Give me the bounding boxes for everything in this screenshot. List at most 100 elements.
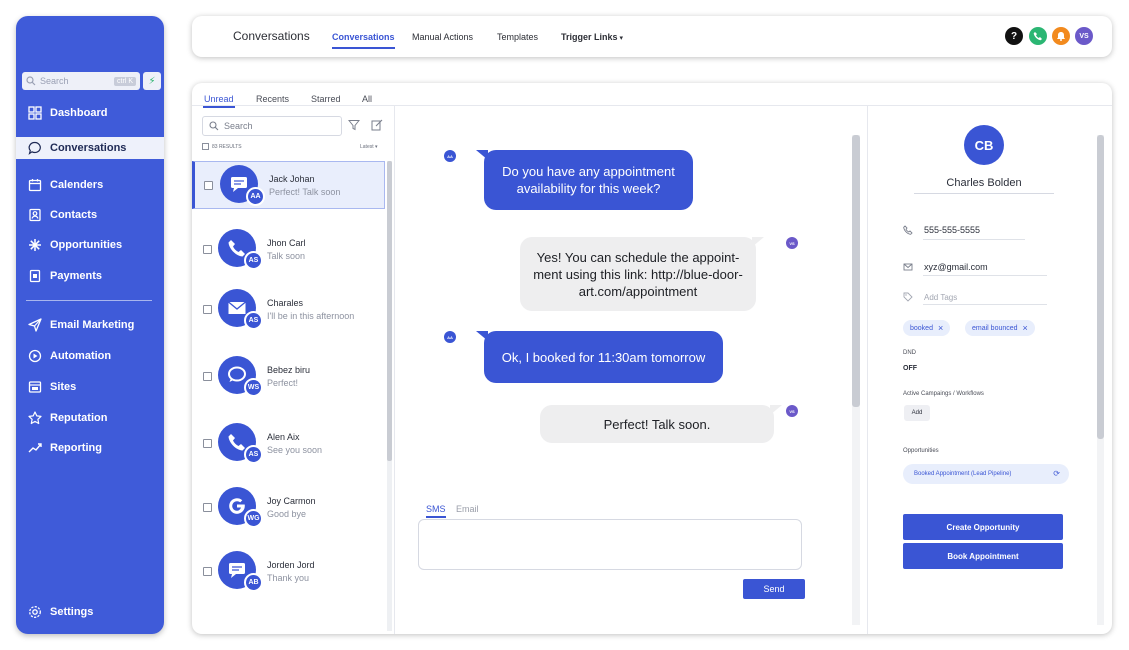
opportunities-icon bbox=[29, 239, 41, 251]
conversation-search-input[interactable]: Search bbox=[202, 116, 342, 136]
bell-icon bbox=[1057, 32, 1065, 41]
tab-label: Trigger Links bbox=[561, 32, 618, 42]
tab-manual-actions[interactable]: Manual Actions bbox=[412, 32, 473, 42]
sidebar-item-email-marketing[interactable]: Email Marketing bbox=[16, 314, 164, 336]
tag-chip[interactable]: booked × bbox=[903, 320, 951, 336]
contact-name: Alen Aix bbox=[267, 432, 300, 442]
sidebar-item-automation[interactable]: Automation bbox=[16, 345, 164, 367]
list-item[interactable]: AS Charales I'll be in this afternoon bbox=[192, 285, 385, 333]
sidebar-item-opportunities[interactable]: Opportunities bbox=[16, 234, 164, 256]
create-opportunity-button[interactable]: Create Opportunity bbox=[903, 514, 1063, 540]
tags-input[interactable]: Add Tags bbox=[903, 292, 957, 302]
list-item[interactable]: WS Bebez biru Perfect! bbox=[192, 352, 385, 400]
add-campaign-button[interactable]: Add bbox=[904, 405, 930, 421]
list-item[interactable]: AB Jorden Jord Thank you bbox=[192, 547, 385, 595]
list-item[interactable]: AS Jhon Carl Talk soon bbox=[192, 225, 385, 273]
message-input[interactable] bbox=[418, 519, 802, 570]
dnd-value[interactable]: OFF bbox=[903, 365, 917, 372]
sidebar-item-label: Settings bbox=[50, 606, 94, 618]
divider bbox=[914, 193, 1054, 194]
book-appointment-button[interactable]: Book Appointment bbox=[903, 543, 1063, 569]
user-avatar[interactable]: VS bbox=[1075, 27, 1093, 45]
sidebar-item-reputation[interactable]: Reputation bbox=[16, 407, 164, 429]
last-message: See you soon bbox=[267, 445, 323, 455]
mail-icon bbox=[903, 263, 913, 271]
row-checkbox[interactable] bbox=[203, 503, 212, 512]
tab-recents[interactable]: Recents bbox=[256, 94, 289, 104]
search-shortcut-badge: ctrl K bbox=[114, 76, 136, 86]
sidebar-item-label: Opportunities bbox=[50, 239, 123, 251]
chevron-down-icon: ▾ bbox=[619, 35, 624, 42]
lightning-icon: ⚡ bbox=[148, 75, 156, 87]
last-message: Thank you bbox=[267, 573, 310, 583]
tab-all[interactable]: All bbox=[362, 94, 372, 104]
sidebar-item-conversations[interactable]: Conversations bbox=[16, 137, 164, 159]
last-message: Good bye bbox=[267, 509, 307, 519]
list-item[interactable]: WG Joy Carmon Good bye bbox=[192, 483, 385, 531]
phone-field[interactable]: 555-555-5555 bbox=[903, 225, 980, 235]
sidebar-item-dashboard[interactable]: Dashboard bbox=[16, 102, 164, 124]
contact-name: Joy Carmon bbox=[267, 496, 316, 506]
results-text: 83 RESULTS bbox=[212, 143, 242, 150]
close-icon[interactable]: × bbox=[938, 323, 943, 333]
tag-icon bbox=[903, 292, 913, 302]
scrollbar-thumb[interactable] bbox=[1097, 135, 1104, 439]
sidebar-item-label: Email Marketing bbox=[50, 319, 135, 331]
row-checkbox[interactable] bbox=[203, 567, 212, 576]
send-button[interactable]: Send bbox=[743, 579, 805, 599]
contact-name: Jorden Jord bbox=[267, 560, 315, 570]
sidebar-item-reporting[interactable]: Reporting bbox=[16, 437, 164, 459]
sort-label: Latest bbox=[360, 144, 374, 150]
tab-conversations[interactable]: Conversations bbox=[332, 32, 395, 49]
sort-dropdown[interactable]: Latest ▾ bbox=[360, 144, 378, 150]
tag-label: booked bbox=[910, 324, 933, 332]
tab-sms[interactable]: SMS bbox=[426, 504, 446, 514]
scrollbar-thumb[interactable] bbox=[852, 135, 860, 407]
tab-unread[interactable]: Unread bbox=[203, 94, 235, 108]
opportunities-label: Opportunities bbox=[903, 448, 939, 454]
sidebar-item-payments[interactable]: Payments bbox=[16, 265, 164, 287]
select-all-checkbox[interactable] bbox=[202, 143, 209, 150]
sidebar-item-label: Reporting bbox=[50, 442, 102, 454]
row-checkbox[interactable] bbox=[203, 245, 212, 254]
help-button[interactable]: ? bbox=[1005, 27, 1023, 45]
sidebar-item-label: Calenders bbox=[50, 179, 104, 191]
tab-starred[interactable]: Starred bbox=[311, 94, 341, 104]
quick-action-button[interactable]: ⚡ bbox=[143, 72, 161, 90]
scrollbar-thumb[interactable] bbox=[387, 161, 392, 461]
row-checkbox[interactable] bbox=[203, 439, 212, 448]
contacts-icon bbox=[29, 208, 41, 222]
row-checkbox[interactable] bbox=[204, 181, 213, 190]
list-item[interactable]: AS Alen Aix See you soon bbox=[192, 419, 385, 467]
row-checkbox[interactable] bbox=[203, 372, 212, 381]
tab-email[interactable]: Email bbox=[456, 504, 479, 514]
sidebar-item-settings[interactable]: Settings bbox=[16, 601, 164, 623]
tag-chip[interactable]: email bounced × bbox=[965, 320, 1035, 336]
row-checkbox[interactable] bbox=[203, 305, 212, 314]
tab-trigger-links[interactable]: Trigger Links ▾ bbox=[561, 32, 623, 42]
phone-button[interactable] bbox=[1029, 27, 1047, 45]
initials-badge: AS bbox=[244, 311, 263, 330]
notifications-button[interactable] bbox=[1052, 27, 1070, 45]
sidebar-search-input[interactable]: Search ctrl K bbox=[22, 72, 140, 90]
close-icon[interactable]: × bbox=[1023, 323, 1028, 333]
divider bbox=[923, 239, 1025, 240]
initials-badge: AS bbox=[244, 445, 263, 464]
sidebar-item-contacts[interactable]: Contacts bbox=[16, 204, 164, 226]
initials-badge: AB bbox=[244, 573, 263, 592]
email-field[interactable]: xyz@gmail.com bbox=[903, 262, 988, 272]
payments-icon bbox=[29, 269, 41, 283]
last-message: Perfect! bbox=[267, 378, 299, 388]
list-scrollbar[interactable] bbox=[387, 161, 392, 631]
sidebar-item-sites[interactable]: Sites bbox=[16, 376, 164, 398]
opportunity-chip[interactable]: Booked Appointment (Lead Pipeline) ⟳ bbox=[903, 464, 1069, 484]
contact-avatar: CB bbox=[964, 125, 1004, 165]
search-placeholder: Search bbox=[224, 121, 253, 131]
filter-icon[interactable] bbox=[348, 119, 360, 131]
sidebar-item-calenders[interactable]: Calenders bbox=[16, 174, 164, 196]
edit-icon[interactable]: ⟳ bbox=[1053, 469, 1060, 478]
list-item[interactable]: AA Jack Johan Perfect! Talk soon bbox=[192, 161, 385, 209]
message-avatar: VS bbox=[786, 237, 798, 249]
compose-icon[interactable] bbox=[371, 119, 383, 131]
tab-templates[interactable]: Templates bbox=[497, 32, 538, 42]
